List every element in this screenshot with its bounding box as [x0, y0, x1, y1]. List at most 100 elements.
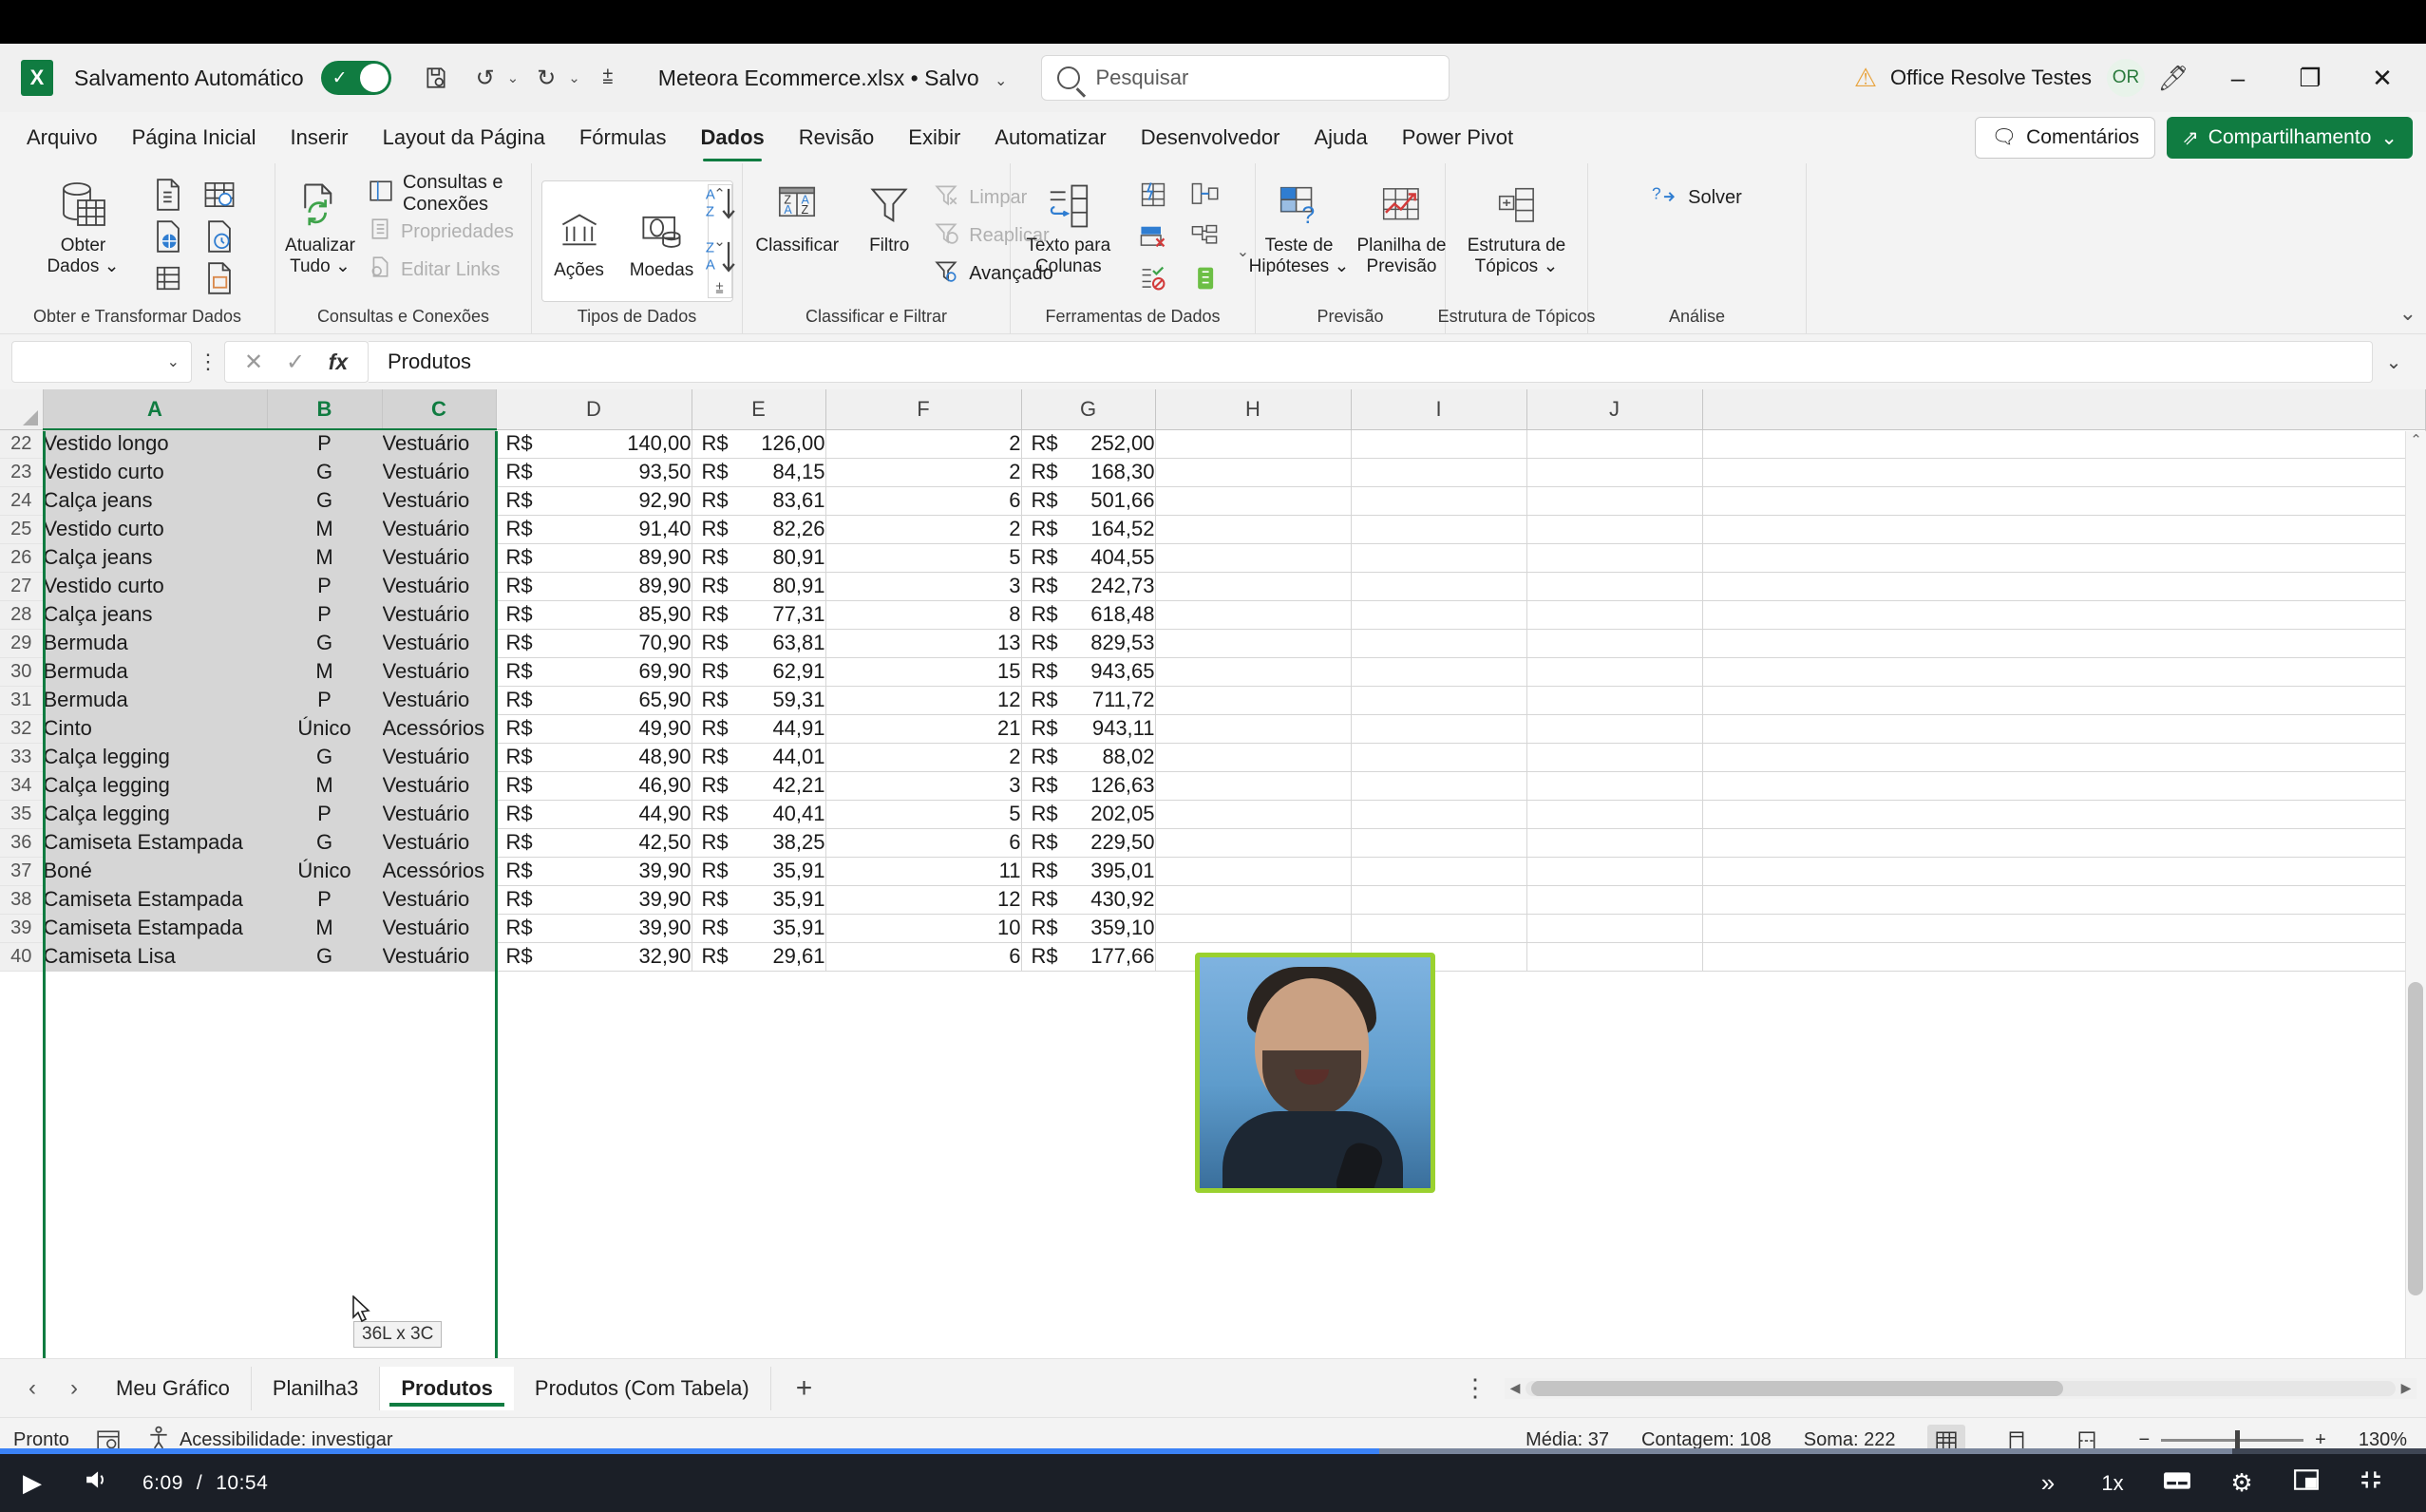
- cell-f[interactable]: 3: [825, 771, 1022, 801]
- cell-b[interactable]: G: [267, 486, 383, 516]
- search-input[interactable]: Pesquisar: [1041, 55, 1450, 101]
- cell-d[interactable]: R$ 32,90: [496, 942, 692, 972]
- acoes-button[interactable]: Ações: [542, 199, 616, 283]
- cell-overflow[interactable]: [1702, 429, 2426, 459]
- autosave-toggle[interactable]: ✓: [320, 61, 391, 95]
- cell-i[interactable]: [1351, 629, 1527, 658]
- cell-c[interactable]: Vestuário: [382, 572, 497, 601]
- restore-button[interactable]: ❐: [2274, 48, 2346, 107]
- minimize-button[interactable]: –: [2202, 48, 2274, 107]
- cell-overflow[interactable]: [1702, 629, 2426, 658]
- cell-e[interactable]: R$ 82,26: [692, 515, 826, 544]
- row-header[interactable]: 26: [0, 543, 44, 573]
- row-header[interactable]: 24: [0, 486, 44, 516]
- cell-g[interactable]: R$ 164,52: [1021, 515, 1156, 544]
- cell-a[interactable]: Cinto: [43, 714, 268, 744]
- tab-automatizar[interactable]: Automatizar: [977, 120, 1123, 156]
- insert-function-icon[interactable]: fx: [316, 350, 360, 375]
- cell-j[interactable]: [1526, 714, 1703, 744]
- customize-qat-icon[interactable]: ⩲: [586, 58, 630, 98]
- cell-d[interactable]: R$ 48,90: [496, 743, 692, 772]
- row-header[interactable]: 30: [0, 657, 44, 687]
- row-header[interactable]: 23: [0, 458, 44, 487]
- row-header[interactable]: 29: [0, 629, 44, 658]
- cell-g[interactable]: R$ 202,05: [1021, 800, 1156, 829]
- cell-c[interactable]: Vestuário: [382, 771, 497, 801]
- table-row[interactable]: 38 Camiseta Estampada P Vestuário R$ 39,9…: [0, 885, 2426, 915]
- name-box-chevron-down-icon[interactable]: ⌄: [167, 352, 180, 371]
- cell-b[interactable]: G: [267, 629, 383, 658]
- next-sheet-icon[interactable]: ›: [53, 1375, 95, 1402]
- cell-a[interactable]: Vestido longo: [43, 429, 268, 459]
- remove-duplicates-icon[interactable]: [1128, 217, 1178, 256]
- cell-h[interactable]: [1155, 914, 1352, 943]
- cell-h[interactable]: [1155, 629, 1352, 658]
- cell-h[interactable]: [1155, 515, 1352, 544]
- table-row[interactable]: 34 Calça legging M Vestuário R$ 46,90 R$ 4…: [0, 771, 2426, 801]
- cell-overflow[interactable]: [1702, 942, 2426, 972]
- cell-i[interactable]: [1351, 885, 1527, 915]
- cell-h[interactable]: [1155, 458, 1352, 487]
- cell-overflow[interactable]: [1702, 515, 2426, 544]
- cell-e[interactable]: R$ 84,15: [692, 458, 826, 487]
- cell-a[interactable]: Boné: [43, 857, 268, 886]
- cell-e[interactable]: R$ 38,25: [692, 828, 826, 858]
- cell-a[interactable]: Bermuda: [43, 686, 268, 715]
- cell-f[interactable]: 2: [825, 458, 1022, 487]
- cell-overflow[interactable]: [1702, 714, 2426, 744]
- cell-f[interactable]: 21: [825, 714, 1022, 744]
- select-all-corner[interactable]: [0, 389, 44, 430]
- table-row[interactable]: 31 Bermuda P Vestuário R$ 65,90 R$ 59,31 1…: [0, 686, 2426, 715]
- cell-i[interactable]: [1351, 828, 1527, 858]
- cell-g[interactable]: R$ 126,63: [1021, 771, 1156, 801]
- next-chapter-icon[interactable]: »: [2016, 1468, 2080, 1498]
- cell-d[interactable]: R$ 46,90: [496, 771, 692, 801]
- row-header[interactable]: 32: [0, 714, 44, 744]
- cell-j[interactable]: [1526, 942, 1703, 972]
- cell-a[interactable]: Calça legging: [43, 743, 268, 772]
- cell-i[interactable]: [1351, 714, 1527, 744]
- cell-f[interactable]: 15: [825, 657, 1022, 687]
- cell-h[interactable]: [1155, 743, 1352, 772]
- cell-c[interactable]: Vestuário: [382, 657, 497, 687]
- cell-i[interactable]: [1351, 429, 1527, 459]
- cell-a[interactable]: Bermuda: [43, 657, 268, 687]
- texto-para-colunas-button[interactable]: Texto para Colunas: [1016, 175, 1121, 279]
- cell-f[interactable]: 2: [825, 743, 1022, 772]
- row-header[interactable]: 40: [0, 942, 44, 972]
- cell-j[interactable]: [1526, 914, 1703, 943]
- cell-c[interactable]: Vestuário: [382, 629, 497, 658]
- cell-i[interactable]: [1351, 515, 1527, 544]
- cell-h[interactable]: [1155, 857, 1352, 886]
- cell-f[interactable]: 2: [825, 429, 1022, 459]
- cell-f[interactable]: 13: [825, 629, 1022, 658]
- share-chevron-down-icon[interactable]: ⌄: [2380, 126, 2398, 150]
- cell-i[interactable]: [1351, 771, 1527, 801]
- cell-g[interactable]: R$ 168,30: [1021, 458, 1156, 487]
- cell-h[interactable]: [1155, 600, 1352, 630]
- cell-h[interactable]: [1155, 800, 1352, 829]
- cell-overflow[interactable]: [1702, 657, 2426, 687]
- row-header[interactable]: 36: [0, 828, 44, 858]
- document-chevron-down-icon[interactable]: ⌄: [995, 73, 1007, 89]
- cell-h[interactable]: [1155, 543, 1352, 573]
- cell-a[interactable]: Vestido curto: [43, 458, 268, 487]
- cell-e[interactable]: R$ 63,81: [692, 629, 826, 658]
- undo-chevron-down-icon[interactable]: ⌄: [507, 69, 520, 86]
- cell-b[interactable]: P: [267, 885, 383, 915]
- cell-d[interactable]: R$ 92,90: [496, 486, 692, 516]
- flash-fill-icon[interactable]: [1128, 175, 1178, 215]
- cell-e[interactable]: R$ 44,91: [692, 714, 826, 744]
- cell-g[interactable]: R$ 177,66: [1021, 942, 1156, 972]
- sheet-tab-produtos[interactable]: Produtos: [380, 1366, 514, 1410]
- cell-overflow[interactable]: [1702, 885, 2426, 915]
- cell-h[interactable]: [1155, 657, 1352, 687]
- cell-a[interactable]: Camiseta Estampada: [43, 885, 268, 915]
- expand-formula-bar-icon[interactable]: ⌄: [2373, 350, 2415, 374]
- table-row[interactable]: 30 Bermuda M Vestuário R$ 69,90 R$ 62,91 1…: [0, 657, 2426, 687]
- relationships-icon[interactable]: [1180, 175, 1229, 215]
- column-header-a[interactable]: A: [43, 389, 268, 430]
- cell-i[interactable]: [1351, 458, 1527, 487]
- close-button[interactable]: ✕: [2346, 48, 2418, 107]
- cell-d[interactable]: R$ 85,90: [496, 600, 692, 630]
